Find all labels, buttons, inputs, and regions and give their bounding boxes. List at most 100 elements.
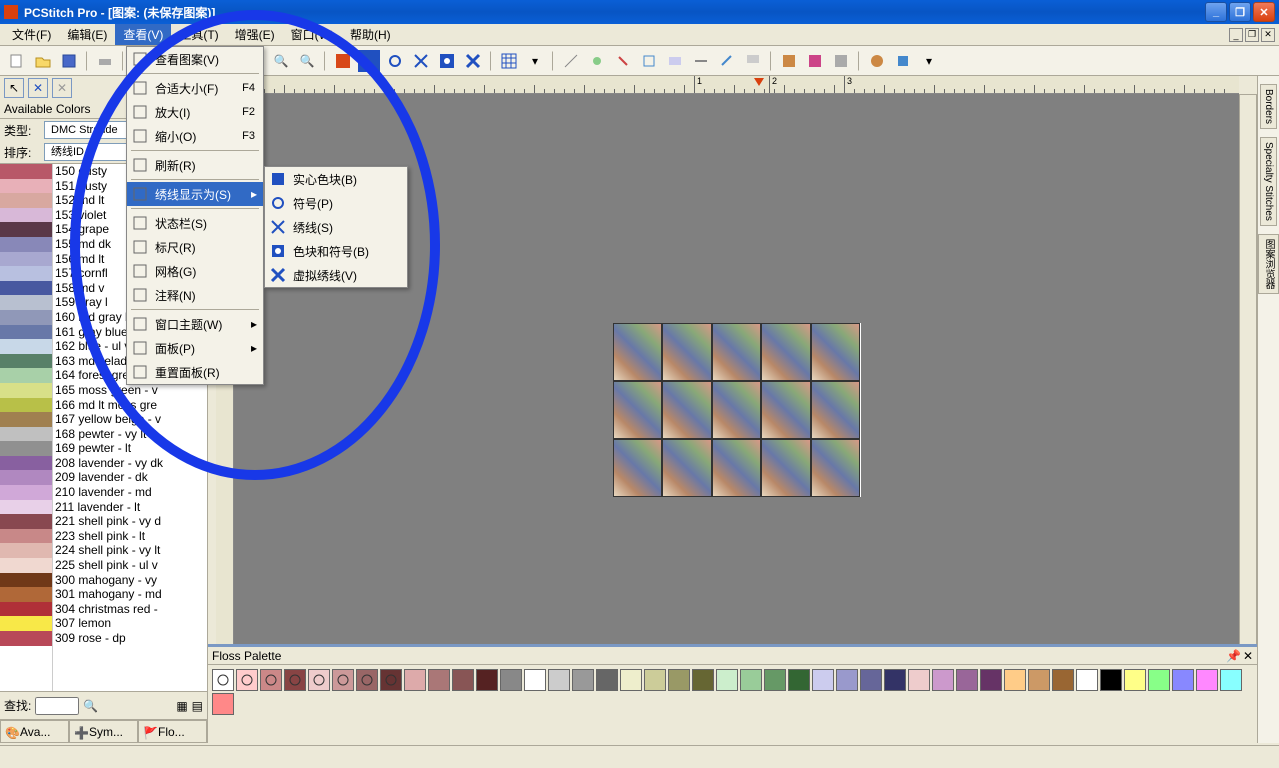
floss-swatch[interactable] bbox=[212, 669, 234, 691]
floss-swatch[interactable] bbox=[476, 669, 498, 691]
color-panel-tab-1[interactable]: ➕Sym... bbox=[69, 720, 138, 743]
submenu-item-1[interactable]: 符号(P) bbox=[265, 191, 407, 215]
search-input[interactable] bbox=[35, 697, 79, 715]
tool-h[interactable] bbox=[742, 50, 764, 72]
tool-m[interactable] bbox=[892, 50, 914, 72]
floss-swatch[interactable] bbox=[788, 669, 810, 691]
color-swatch[interactable] bbox=[0, 500, 52, 515]
color-swatch[interactable] bbox=[0, 295, 52, 310]
pattern-browser-tab[interactable]: 图案浏览器 bbox=[1258, 234, 1279, 294]
color-swatch[interactable] bbox=[0, 179, 52, 194]
color-row[interactable]: 304 christmas red - bbox=[53, 602, 207, 617]
floss-swatch[interactable] bbox=[1124, 669, 1146, 691]
floss-swatch[interactable] bbox=[452, 669, 474, 691]
color-swatch[interactable] bbox=[0, 193, 52, 208]
floss-swatch[interactable] bbox=[884, 669, 906, 691]
submenu-item-0[interactable]: 实心色块(B) bbox=[265, 167, 407, 191]
floss-swatch[interactable] bbox=[764, 669, 786, 691]
view-menu-item[interactable]: 放大(I)F2 bbox=[127, 100, 263, 124]
floss-swatch[interactable] bbox=[308, 669, 330, 691]
view-x-button[interactable] bbox=[410, 50, 432, 72]
tool-f[interactable] bbox=[690, 50, 712, 72]
floss-swatch[interactable] bbox=[1100, 669, 1122, 691]
color-swatch[interactable] bbox=[0, 354, 52, 369]
color-swatch[interactable] bbox=[0, 237, 52, 252]
color-swatch[interactable] bbox=[0, 602, 52, 617]
color-swatch[interactable] bbox=[0, 427, 52, 442]
menu-6[interactable]: 帮助(H) bbox=[342, 24, 399, 45]
color-row[interactable]: 211 lavender - lt bbox=[53, 500, 207, 515]
floss-swatch[interactable] bbox=[332, 669, 354, 691]
color-row[interactable]: 307 lemon bbox=[53, 616, 207, 631]
tool-j[interactable] bbox=[804, 50, 826, 72]
color-swatch[interactable] bbox=[0, 310, 52, 325]
grid-toggle-button[interactable] bbox=[498, 50, 520, 72]
floss-swatch[interactable] bbox=[1052, 669, 1074, 691]
tool-b[interactable] bbox=[586, 50, 608, 72]
view-virtual-button[interactable] bbox=[462, 50, 484, 72]
view-menu-item[interactable]: 注释(N) bbox=[127, 283, 263, 307]
close-button[interactable]: ✕ bbox=[1253, 2, 1275, 22]
view-grid-button[interactable] bbox=[332, 50, 354, 72]
color-swatch[interactable] bbox=[0, 558, 52, 573]
view-menu-item[interactable]: 标尺(R) bbox=[127, 235, 263, 259]
search-go-button[interactable]: 🔍 bbox=[83, 699, 98, 713]
view-menu-item[interactable]: 网格(G) bbox=[127, 259, 263, 283]
floss-swatch[interactable] bbox=[716, 669, 738, 691]
color-swatch[interactable] bbox=[0, 485, 52, 500]
tool-n[interactable]: ▾ bbox=[918, 50, 940, 72]
floss-swatch[interactable] bbox=[932, 669, 954, 691]
menu-1[interactable]: 编辑(E) bbox=[59, 24, 115, 45]
color-swatch[interactable] bbox=[0, 441, 52, 456]
color-swatch[interactable] bbox=[0, 412, 52, 427]
color-swatch[interactable] bbox=[0, 514, 52, 529]
new-button[interactable] bbox=[6, 50, 28, 72]
color-swatch[interactable] bbox=[0, 529, 52, 544]
tool-l[interactable] bbox=[866, 50, 888, 72]
submenu-item-3[interactable]: 色块和符号(B) bbox=[265, 239, 407, 263]
color-swatch[interactable] bbox=[0, 543, 52, 558]
floss-swatch[interactable] bbox=[1004, 669, 1026, 691]
floss-swatch[interactable] bbox=[644, 669, 666, 691]
color-swatch[interactable] bbox=[0, 208, 52, 223]
list-opt-2[interactable]: ▤ bbox=[192, 699, 203, 713]
print-button[interactable] bbox=[94, 50, 116, 72]
floss-swatch[interactable] bbox=[596, 669, 618, 691]
color-swatch[interactable] bbox=[0, 456, 52, 471]
color-row[interactable]: 223 shell pink - lt bbox=[53, 529, 207, 544]
view-symbol-button[interactable] bbox=[384, 50, 406, 72]
floss-swatch[interactable] bbox=[668, 669, 690, 691]
tool-a[interactable] bbox=[560, 50, 582, 72]
floss-swatch[interactable] bbox=[980, 669, 1002, 691]
floss-swatch[interactable] bbox=[740, 669, 762, 691]
color-swatch[interactable] bbox=[0, 252, 52, 267]
zoom-out-button[interactable]: 🔍 bbox=[296, 50, 318, 72]
floss-swatch[interactable] bbox=[1028, 669, 1050, 691]
floss-swatch[interactable] bbox=[404, 669, 426, 691]
tool-g[interactable] bbox=[716, 50, 738, 72]
floss-swatch[interactable] bbox=[500, 669, 522, 691]
view-menu-item[interactable]: 窗口主题(W)▸ bbox=[127, 312, 263, 336]
list-opt-1[interactable]: ▦ bbox=[176, 699, 187, 713]
zoom-in-button[interactable]: 🔍 bbox=[270, 50, 292, 72]
floss-swatch[interactable] bbox=[692, 669, 714, 691]
color-row[interactable]: 309 rose - dp bbox=[53, 631, 207, 646]
menu-0[interactable]: 文件(F) bbox=[4, 24, 59, 45]
floss-swatch[interactable] bbox=[1172, 669, 1194, 691]
menu-2[interactable]: 查看(V) bbox=[115, 24, 171, 45]
pointer-tool[interactable]: ↖ bbox=[4, 78, 24, 98]
floss-grid[interactable] bbox=[208, 665, 1257, 719]
submenu-item-2[interactable]: 绣线(S) bbox=[265, 215, 407, 239]
vertical-scrollbar[interactable] bbox=[1239, 94, 1257, 725]
minimize-button[interactable]: _ bbox=[1205, 2, 1227, 22]
view-menu-item[interactable]: 缩小(O)F3 bbox=[127, 124, 263, 148]
color-swatch[interactable] bbox=[0, 222, 52, 237]
floss-swatch[interactable] bbox=[356, 669, 378, 691]
menu-4[interactable]: 增强(E) bbox=[227, 24, 283, 45]
floss-swatch[interactable] bbox=[860, 669, 882, 691]
view-menu-item[interactable]: 绣线显示为(S)▸ bbox=[127, 182, 263, 206]
floss-swatch[interactable] bbox=[572, 669, 594, 691]
floss-swatch[interactable] bbox=[236, 669, 258, 691]
submenu-item-4[interactable]: 虚拟绣线(V) bbox=[265, 263, 407, 287]
color-row[interactable]: 209 lavender - dk bbox=[53, 470, 207, 485]
